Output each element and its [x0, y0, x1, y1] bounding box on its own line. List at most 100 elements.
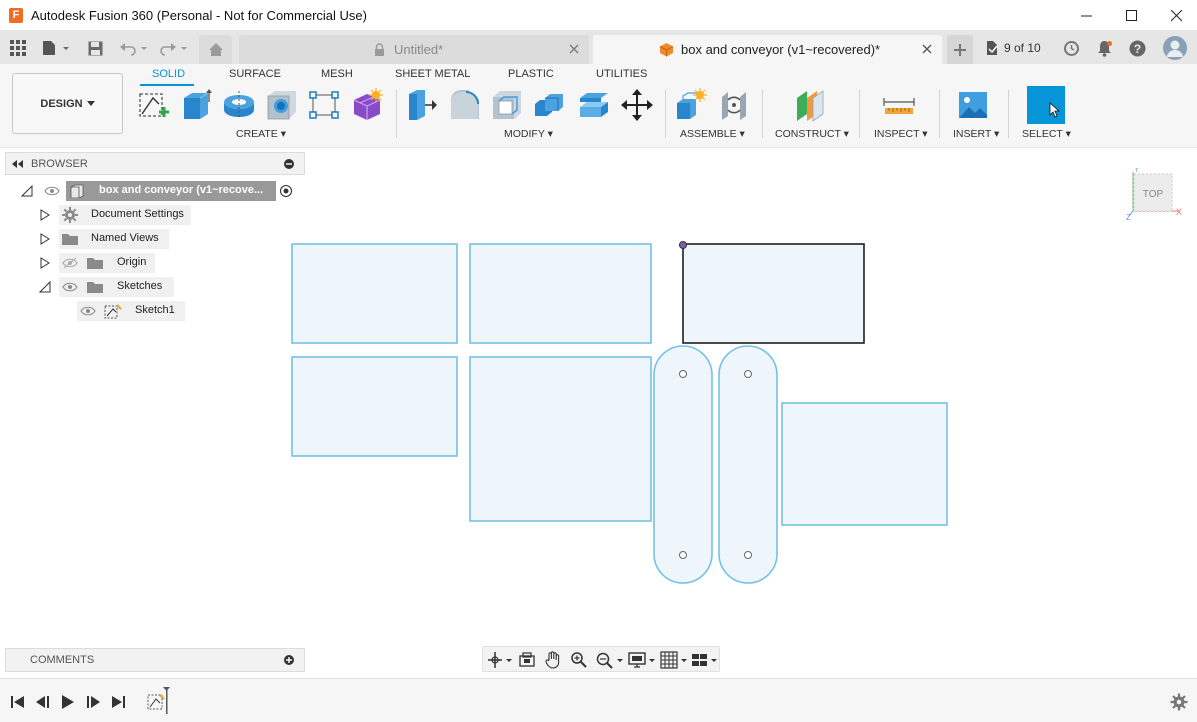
timeline-settings-gear-icon[interactable]	[1170, 693, 1188, 711]
browser-item-sketches[interactable]: Sketches	[5, 277, 305, 297]
grid-settings-icon[interactable]	[660, 651, 690, 669]
joint-icon[interactable]	[717, 88, 751, 122]
slot-center-point[interactable]	[744, 551, 752, 559]
browser-item-sketch1[interactable]: Sketch1	[5, 301, 305, 321]
revolve-icon[interactable]	[222, 88, 256, 122]
comments-panel[interactable]: COMMENTS	[5, 648, 305, 672]
sketch-rectangle[interactable]	[469, 356, 652, 522]
step-forward-icon[interactable]	[85, 694, 101, 710]
slot-center-point[interactable]	[679, 370, 687, 378]
fillet-icon[interactable]	[448, 88, 482, 122]
user-avatar[interactable]	[1162, 35, 1188, 61]
timeline-sketch-feature[interactable]	[145, 685, 175, 717]
add-comment-icon[interactable]	[284, 655, 294, 665]
select-button[interactable]	[1027, 86, 1065, 124]
go-to-start-icon[interactable]	[10, 694, 26, 710]
minimize-panel-icon[interactable]	[284, 158, 294, 169]
pan-hand-icon[interactable]	[544, 651, 562, 669]
sketch-rectangle[interactable]	[781, 402, 948, 526]
hidden-eye-icon[interactable]	[62, 257, 78, 269]
slot-center-point[interactable]	[744, 370, 752, 378]
form-icon[interactable]	[350, 88, 384, 122]
shell-icon[interactable]	[490, 88, 524, 122]
tab-box-and-conveyor[interactable]: box and conveyor (v1~recovered)*	[593, 35, 942, 64]
design-canvas[interactable]: TOP X Y Z	[0, 148, 1197, 678]
combine-icon[interactable]	[533, 88, 567, 122]
tab-untitled[interactable]: Untitled*	[239, 35, 589, 64]
minimize-button[interactable]	[1065, 3, 1109, 29]
selected-sketch-rectangle[interactable]	[682, 243, 865, 344]
close-tab-icon[interactable]	[920, 42, 934, 56]
close-window-button[interactable]	[1155, 3, 1197, 29]
hole-icon[interactable]	[265, 88, 299, 122]
tab-sheet-metal[interactable]: SHEET METAL	[395, 68, 470, 80]
undo-button[interactable]	[118, 37, 150, 59]
collapsed-triangle-icon[interactable]	[40, 257, 50, 269]
insert-menu[interactable]: INSERT ▾	[953, 128, 999, 140]
close-tab-icon[interactable]	[567, 42, 581, 56]
modify-menu[interactable]: MODIFY ▾	[504, 128, 553, 140]
step-back-icon[interactable]	[35, 694, 51, 710]
sketch-rectangle[interactable]	[291, 356, 458, 457]
inspect-menu[interactable]: INSPECT ▾	[874, 128, 928, 140]
browser-item-origin[interactable]: Origin	[5, 253, 305, 273]
go-to-end-icon[interactable]	[110, 694, 126, 710]
sketch-slot[interactable]	[718, 345, 778, 584]
home-tab[interactable]	[199, 35, 232, 64]
create-sketch-icon[interactable]	[137, 88, 171, 122]
look-at-icon[interactable]	[518, 651, 536, 669]
collapse-panel-icon[interactable]	[11, 159, 25, 169]
maximize-button[interactable]	[1110, 3, 1154, 29]
workspace-selector[interactable]: DESIGN	[12, 73, 123, 134]
file-menu-button[interactable]	[40, 37, 72, 59]
create-menu[interactable]: CREATE ▾	[236, 128, 286, 140]
expanded-triangle-icon[interactable]	[21, 185, 33, 197]
visibility-eye-icon[interactable]	[44, 185, 60, 197]
zoom-icon[interactable]	[570, 651, 588, 669]
tab-surface[interactable]: SURFACE	[229, 68, 281, 80]
redo-button[interactable]	[158, 37, 190, 59]
sketch-rectangle[interactable]	[291, 243, 458, 344]
extrude-icon[interactable]	[180, 88, 214, 122]
visibility-eye-icon[interactable]	[62, 281, 78, 293]
job-status-button[interactable]: 9 of 10	[984, 37, 1044, 59]
collapsed-triangle-icon[interactable]	[40, 209, 50, 221]
select-menu[interactable]: SELECT ▾	[1022, 128, 1071, 140]
pattern-icon[interactable]	[307, 88, 341, 122]
collapsed-triangle-icon[interactable]	[40, 233, 50, 245]
app-grid-button[interactable]	[7, 37, 29, 59]
orbit-icon[interactable]	[487, 651, 513, 669]
new-component-icon[interactable]	[674, 88, 708, 122]
origin-point[interactable]	[679, 241, 687, 249]
new-tab-button[interactable]	[947, 35, 973, 64]
browser-item-document-settings[interactable]: Document Settings	[5, 205, 305, 225]
assemble-menu[interactable]: ASSEMBLE ▾	[680, 128, 745, 140]
insert-image-icon[interactable]	[956, 88, 990, 122]
sketch-slot[interactable]	[653, 345, 713, 584]
fit-icon[interactable]	[595, 651, 625, 669]
play-icon[interactable]	[60, 694, 76, 710]
viewports-icon[interactable]	[691, 651, 721, 669]
tab-mesh[interactable]: MESH	[321, 68, 353, 80]
viewcube[interactable]: TOP X Y Z	[1126, 168, 1186, 224]
tab-utilities[interactable]: UTILITIES	[596, 68, 647, 80]
tab-solid[interactable]: SOLID	[152, 68, 185, 80]
expanded-triangle-icon[interactable]	[39, 281, 51, 293]
sketch-geometry[interactable]	[0, 148, 1197, 678]
offset-face-icon[interactable]	[577, 88, 611, 122]
sketch-rectangle[interactable]	[469, 243, 652, 344]
activate-radio-icon[interactable]	[279, 184, 293, 198]
help-button[interactable]: ?	[1127, 37, 1147, 59]
measure-icon[interactable]	[882, 88, 916, 122]
history-button[interactable]	[1061, 37, 1081, 59]
move-icon[interactable]	[620, 88, 654, 122]
tab-plastic[interactable]: PLASTIC	[508, 68, 554, 80]
notifications-button[interactable]	[1094, 37, 1114, 59]
browser-root-row[interactable]: box and conveyor (v1~recove...	[5, 181, 305, 201]
visibility-eye-icon[interactable]	[80, 305, 96, 317]
browser-item-named-views[interactable]: Named Views	[5, 229, 305, 249]
slot-center-point[interactable]	[679, 551, 687, 559]
offset-plane-icon[interactable]	[793, 88, 827, 122]
save-button[interactable]	[86, 37, 104, 59]
construct-menu[interactable]: CONSTRUCT ▾	[775, 128, 849, 140]
